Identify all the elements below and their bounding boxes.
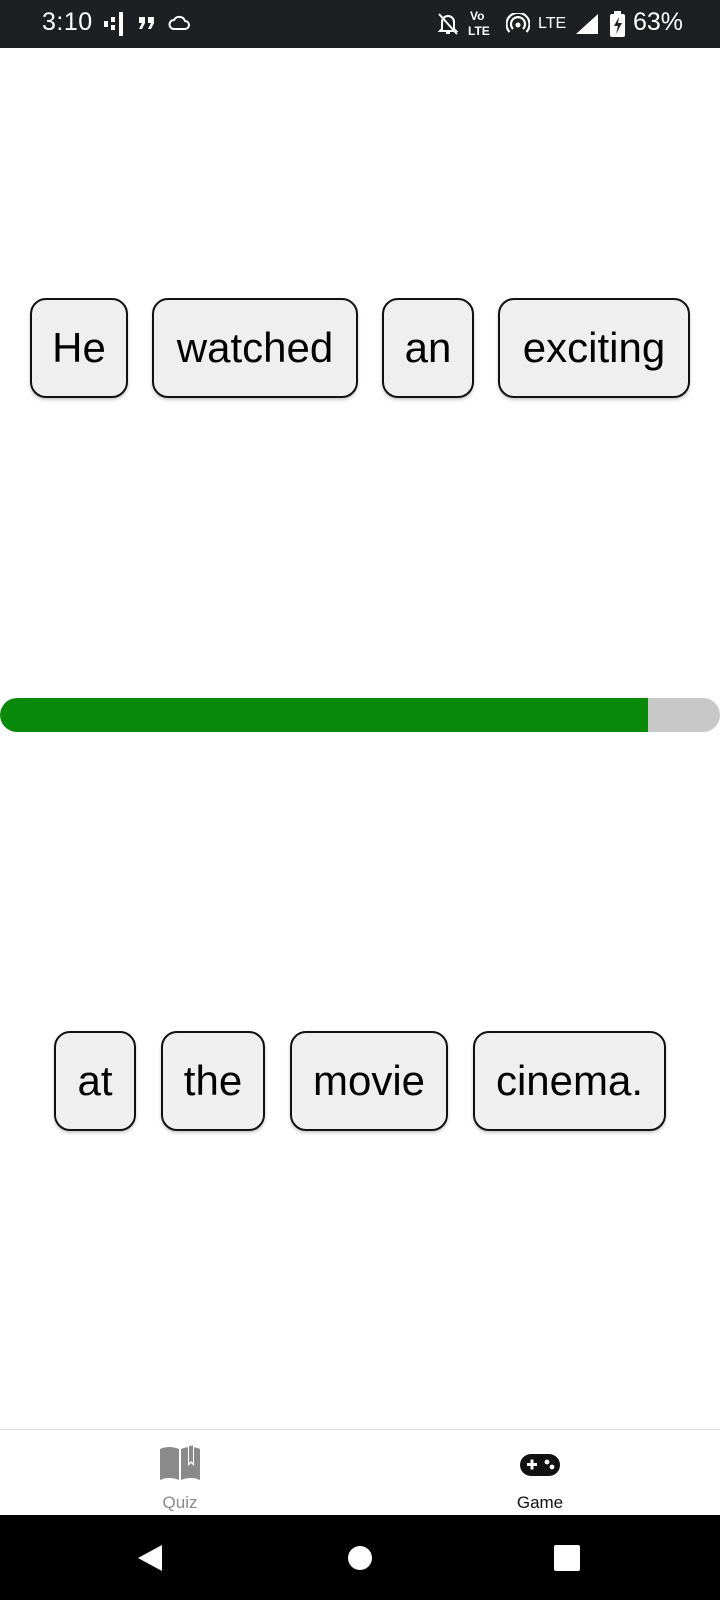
word-tile[interactable]: He	[30, 298, 128, 398]
hotspot-icon	[506, 13, 530, 33]
signal-bars-icon	[104, 12, 123, 36]
status-time: 3:10	[42, 8, 93, 36]
word-tile[interactable]: the	[161, 1031, 265, 1131]
lte-label: LTE	[538, 15, 567, 32]
book-icon	[160, 1444, 200, 1480]
quote-icon	[139, 17, 154, 29]
word-tile[interactable]: cinema.	[473, 1031, 666, 1131]
back-icon[interactable]	[136, 1543, 164, 1573]
battery-charging-icon	[610, 11, 625, 37]
word-tile[interactable]: an	[382, 298, 474, 398]
progress-bar	[0, 698, 720, 732]
cell-signal-icon	[576, 14, 598, 34]
word-tile[interactable]: at	[54, 1031, 136, 1131]
nav-item-quiz[interactable]: Quiz	[0, 1430, 360, 1516]
word-tile[interactable]: exciting	[498, 298, 690, 398]
nav-label-quiz: Quiz	[162, 1493, 198, 1512]
home-icon[interactable]	[347, 1545, 373, 1571]
volte-label-top: Vo	[470, 9, 485, 23]
word-tile[interactable]: watched	[152, 298, 358, 398]
gamepad-icon	[520, 1454, 560, 1476]
bell-off-icon	[437, 13, 459, 35]
system-navigation-bar	[0, 1515, 720, 1600]
word-bank-row: at the movie cinema.	[0, 1031, 720, 1133]
progress-fill	[0, 698, 648, 732]
cloud-icon	[168, 15, 190, 30]
recents-icon[interactable]	[554, 1545, 580, 1571]
nav-item-game[interactable]: Game	[360, 1430, 720, 1516]
word-tile[interactable]: movie	[290, 1031, 448, 1131]
status-bar: 3:10 Vo LTE LTE 63%	[0, 0, 720, 48]
nav-label-game: Game	[516, 1493, 564, 1512]
answer-word-row: He watched an exciting	[0, 298, 720, 400]
bottom-navigation: Quiz Game	[0, 1429, 720, 1516]
volte-label-bottom: LTE	[468, 24, 490, 38]
battery-percent: 63%	[633, 8, 684, 36]
